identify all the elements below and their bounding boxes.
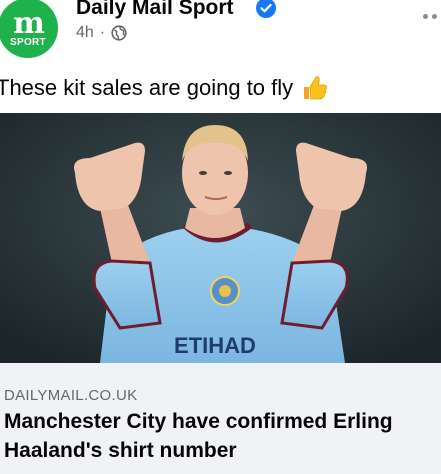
post-time[interactable]: 4h (76, 24, 94, 42)
post-header: m SPORT Daily Mail Sport 4h · (0, 0, 441, 62)
avatar-logo-sport: SPORT (10, 36, 46, 48)
globe-icon (111, 25, 127, 41)
avatar-logo-letter: m (13, 5, 45, 41)
thumbs-up-emoji (304, 76, 328, 100)
verified-badge-icon (256, 0, 276, 18)
post-caption: These kit sales are going to fly (0, 74, 329, 102)
link-domain: DAILYMAIL.CO.UK (4, 387, 138, 404)
link-preview-image[interactable]: ETIHAD (0, 113, 441, 363)
player-photo: ETIHAD (0, 113, 441, 363)
meta-separator: · (99, 24, 106, 41)
page-name-link[interactable]: Daily Mail Sport (76, 0, 234, 20)
link-preview-card[interactable]: DAILYMAIL.CO.UK Manchester City have con… (0, 363, 441, 474)
sponsor-text: ETIHAD (174, 333, 256, 358)
post-meta: 4h · (76, 24, 127, 42)
more-options-icon[interactable] (423, 14, 437, 19)
caption-text: These kit sales are going to fly (0, 75, 294, 100)
link-headline[interactable]: Manchester City have confirmed Erling Ha… (4, 407, 436, 465)
page-avatar[interactable]: m SPORT (0, 0, 58, 58)
